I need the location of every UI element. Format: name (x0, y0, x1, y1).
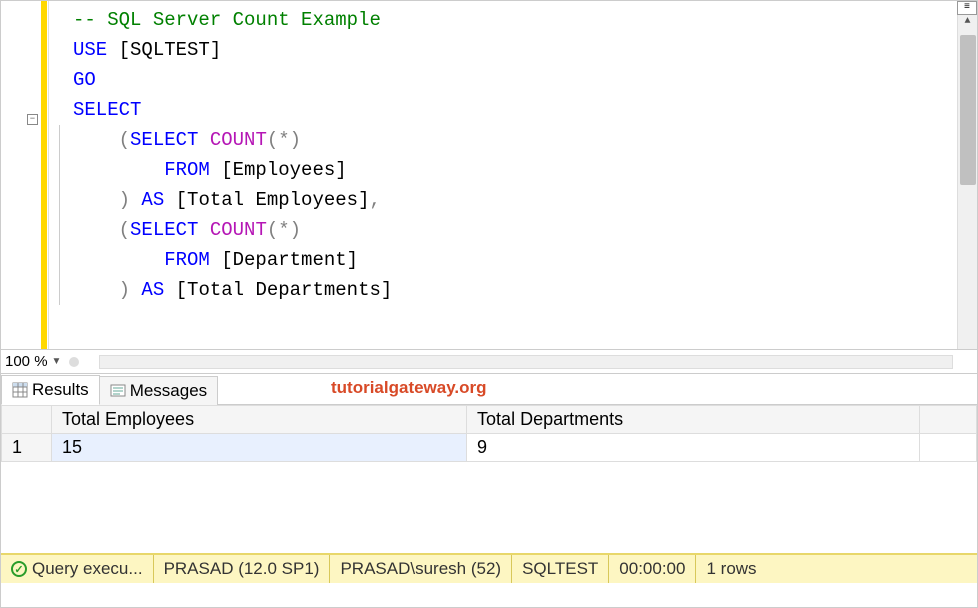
table-header-row: Total Employees Total Departments (2, 406, 977, 434)
zoom-bar: 100 % ▼ (1, 349, 977, 373)
column-header-empty (920, 406, 977, 434)
status-bar: ✓ Query execu... PRASAD (12.0 SP1) PRASA… (1, 553, 977, 583)
status-user: PRASAD\suresh (52) (330, 555, 512, 583)
code-comment: -- SQL Server Count Example (73, 9, 381, 31)
status-time: 00:00:00 (609, 555, 696, 583)
messages-icon (110, 383, 126, 399)
tab-results-label: Results (32, 380, 89, 400)
chevron-down-icon: ▼ (52, 356, 62, 367)
splitter-handle[interactable] (69, 357, 79, 367)
code-content[interactable]: -- SQL Server Count Example USE [SQLTEST… (49, 1, 957, 349)
fold-toggle-icon[interactable]: − (27, 114, 38, 125)
success-icon: ✓ (11, 561, 27, 577)
scroll-thumb[interactable] (960, 35, 976, 185)
horizontal-scrollbar[interactable] (99, 355, 953, 369)
status-server: PRASAD (12.0 SP1) (154, 555, 331, 583)
results-table: Total Employees Total Departments 1 15 9 (1, 405, 977, 462)
results-grid-icon (12, 382, 28, 398)
column-header[interactable]: Total Employees (52, 406, 467, 434)
cell-value[interactable]: 15 (52, 434, 467, 462)
vertical-scrollbar[interactable]: ≡ ▲ (957, 1, 977, 349)
cell-empty (920, 434, 977, 462)
zoom-dropdown[interactable]: 100 % ▼ (5, 353, 61, 370)
status-execution: ✓ Query execu... (1, 555, 154, 583)
watermark-text: tutorialgateway.org (331, 378, 487, 398)
row-number[interactable]: 1 (2, 434, 52, 462)
status-database: SQLTEST (512, 555, 609, 583)
split-handle-icon[interactable]: ≡ (957, 1, 977, 15)
editor-gutter: − (1, 1, 49, 349)
sql-editor[interactable]: − -- SQL Server Count Example USE [SQLTE… (1, 1, 977, 349)
tab-messages-label: Messages (130, 381, 207, 401)
zoom-value: 100 % (5, 353, 48, 370)
change-marker (41, 1, 47, 349)
corner-cell[interactable] (2, 406, 52, 434)
cell-value[interactable]: 9 (467, 434, 920, 462)
table-row[interactable]: 1 15 9 (2, 434, 977, 462)
column-header[interactable]: Total Departments (467, 406, 920, 434)
status-exec-text: Query execu... (32, 559, 143, 579)
results-tabs: Results Messages tutorialgateway.org (1, 373, 977, 405)
scroll-up-icon[interactable]: ▲ (958, 16, 977, 27)
tab-results[interactable]: Results (1, 375, 100, 405)
results-grid[interactable]: Total Employees Total Departments 1 15 9 (1, 405, 977, 553)
tab-messages[interactable]: Messages (99, 376, 218, 405)
status-rows: 1 rows (696, 555, 766, 583)
